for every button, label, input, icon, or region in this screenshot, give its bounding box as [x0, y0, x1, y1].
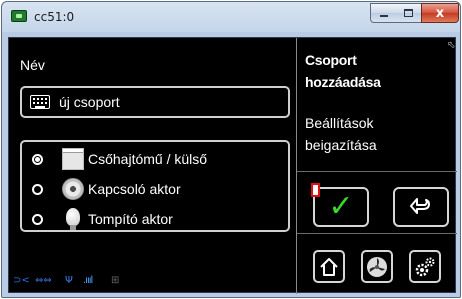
app-window: cc51:0 x Név új csoport Csőhajtómű / kül…: [1, 1, 461, 298]
switch-actor-icon: [62, 178, 84, 200]
signal-bars-icon: .ıııl: [83, 275, 93, 286]
settings-button[interactable]: [409, 250, 441, 283]
page-title: Csoport hozzáadása: [305, 49, 435, 93]
bulb-icon: [66, 208, 80, 230]
name-label: Név: [20, 57, 45, 73]
title-bar[interactable]: cc51:0 x: [2, 2, 460, 32]
group-type-list: Csőhajtómű / külső Kapcsoló aktor Tompít…: [20, 140, 290, 232]
back-button[interactable]: [393, 187, 449, 227]
close-icon: x: [435, 5, 445, 21]
home-button[interactable]: [313, 250, 345, 283]
checkmark-icon: ✓: [328, 189, 354, 224]
type-option-dimmer-actor[interactable]: Tompító aktor: [22, 207, 288, 233]
maximize-icon: [404, 9, 413, 17]
close-button[interactable]: x: [421, 3, 459, 23]
status-bar: ⊃< ⇔⇔ Ψ .ıııl ⊞: [13, 274, 163, 288]
divider: [297, 171, 457, 172]
radio-button[interactable]: [32, 184, 43, 195]
client-area: Név új csoport Csőhajtómű / külső Kapcso…: [8, 37, 457, 294]
home-icon: [320, 257, 338, 276]
minimize-icon: [379, 15, 388, 17]
radio-button[interactable]: [32, 214, 43, 225]
page-title-line1: Csoport: [305, 52, 357, 68]
red-marker: [311, 183, 320, 197]
maximize-button[interactable]: [396, 3, 422, 23]
window-title: cc51:0: [34, 10, 75, 24]
blind-icon: [62, 148, 84, 170]
left-pane: Név új csoport Csőhajtómű / külső Kapcso…: [9, 38, 295, 294]
back-arrow-icon: [410, 198, 430, 214]
minimize-button[interactable]: [370, 3, 397, 23]
grid-icon: ⊞: [111, 275, 120, 286]
fan-button[interactable]: [361, 250, 393, 283]
link-icon: ⊃<: [13, 275, 30, 286]
page-description: Beállítások beigazítása: [305, 112, 445, 156]
resize-icon[interactable]: ⬁: [447, 40, 455, 51]
type-option-label: Csőhajtómű / külső: [88, 151, 208, 167]
right-pane: Csoport hozzáadása ⬁ Beállítások beigazí…: [296, 38, 457, 294]
radio-button-selected[interactable]: [32, 154, 43, 165]
divider: [297, 233, 457, 234]
fan-icon: [367, 256, 387, 277]
page-title-line2: hozzáadása: [305, 74, 381, 90]
app-icon: [11, 10, 27, 22]
type-option-label: Kapcsoló aktor: [88, 181, 181, 197]
type-option-blind[interactable]: Csőhajtómű / külső: [22, 147, 288, 173]
name-input[interactable]: új csoport: [20, 86, 290, 118]
antenna-icon: Ψ: [65, 275, 73, 286]
description-line2: beigazítása: [305, 137, 377, 153]
name-value: új csoport: [59, 94, 120, 110]
keyboard-icon[interactable]: [30, 95, 50, 109]
type-option-switch-actor[interactable]: Kapcsoló aktor: [22, 177, 288, 203]
gears-icon: [415, 257, 435, 276]
confirm-button[interactable]: ✓: [313, 187, 369, 227]
description-line1: Beállítások: [305, 115, 374, 131]
network-icon: ⇔⇔: [35, 275, 52, 286]
type-option-label: Tompító aktor: [88, 211, 173, 227]
